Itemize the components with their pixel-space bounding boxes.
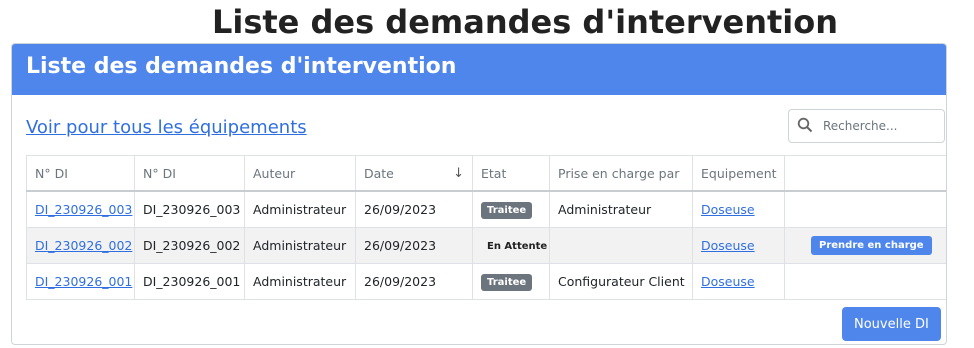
date-cell: 26/09/2023 xyxy=(355,263,473,300)
di-number: DI_230926_001 xyxy=(134,263,245,300)
col-header-date-label: Date xyxy=(364,165,394,181)
prise-cell: Configurateur Client xyxy=(549,263,693,300)
di-link[interactable]: DI_230926_003 xyxy=(35,202,132,217)
all-equipment-link[interactable]: Voir pour tous les équipements xyxy=(26,117,307,138)
prise-cell xyxy=(549,227,693,264)
status-badge: Traitee xyxy=(481,201,533,219)
card-header: Liste des demandes d'intervention xyxy=(12,44,946,95)
status-badge: En Attente xyxy=(487,240,548,252)
table-row: DI_230926_001 DI_230926_001 Administrate… xyxy=(26,263,946,300)
equipement-link[interactable]: Doseuse xyxy=(701,238,755,253)
status-badge: Traitee xyxy=(481,273,533,291)
auteur-cell: Administrateur xyxy=(244,227,356,264)
di-link[interactable]: DI_230926_002 xyxy=(35,238,132,253)
new-di-button[interactable]: Nouvelle DI xyxy=(842,307,941,341)
search-box[interactable] xyxy=(788,109,945,143)
col-header-auteur[interactable]: Auteur xyxy=(244,155,356,192)
sort-down-arrow-icon: ↓ xyxy=(453,165,464,181)
di-link[interactable]: DI_230926_001 xyxy=(35,274,132,289)
col-header-etat[interactable]: Etat xyxy=(472,155,550,192)
take-charge-button[interactable]: Prendre en charge xyxy=(811,236,932,255)
col-header-equipement[interactable]: Equipement xyxy=(692,155,785,192)
action-cell: Prendre en charge xyxy=(784,227,946,264)
page-title: Liste des demandes d'intervention xyxy=(211,3,839,41)
action-cell xyxy=(784,263,946,300)
col-header-di-link[interactable]: N° DI xyxy=(26,155,135,192)
col-header-date[interactable]: Date ↓ xyxy=(355,155,473,192)
di-table: N° DI N° DI Auteur Date ↓ Etat Prise en c… xyxy=(26,155,946,300)
action-cell xyxy=(784,190,946,228)
search-input[interactable] xyxy=(821,118,943,134)
equipement-link[interactable]: Doseuse xyxy=(701,274,755,289)
col-header-di[interactable]: N° DI xyxy=(134,155,245,192)
search-icon xyxy=(797,117,815,135)
prise-cell: Administrateur xyxy=(549,190,693,228)
di-number: DI_230926_003 xyxy=(134,190,245,228)
di-number: DI_230926_002 xyxy=(134,227,245,264)
date-cell: 26/09/2023 xyxy=(355,190,473,228)
di-list-card: Liste des demandes d'intervention Voir p… xyxy=(11,43,947,345)
col-header-prise[interactable]: Prise en charge par xyxy=(549,155,693,192)
table-row: DI_230926_002 DI_230926_002 Administrate… xyxy=(26,227,946,264)
auteur-cell: Administrateur xyxy=(244,263,356,300)
date-cell: 26/09/2023 xyxy=(355,227,473,264)
table-row: DI_230926_003 DI_230926_003 Administrate… xyxy=(26,190,946,228)
col-header-action xyxy=(784,155,946,192)
auteur-cell: Administrateur xyxy=(244,190,356,228)
equipement-link[interactable]: Doseuse xyxy=(701,202,755,217)
table-header-row: N° DI N° DI Auteur Date ↓ Etat Prise en c… xyxy=(26,155,946,192)
